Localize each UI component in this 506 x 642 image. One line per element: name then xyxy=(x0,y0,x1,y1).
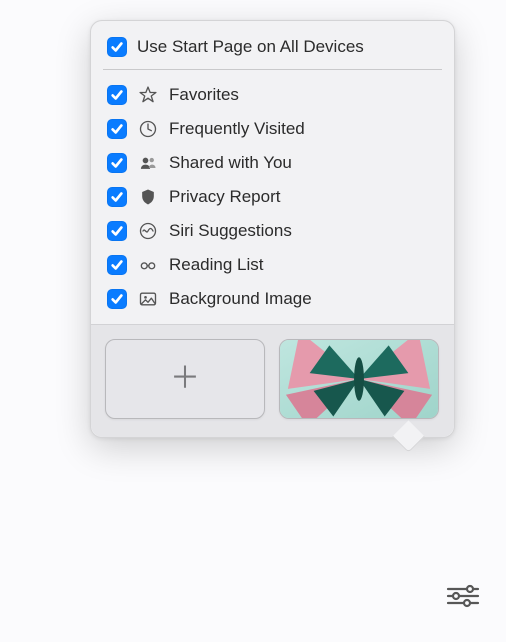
toggle-reading-list[interactable]: Reading List xyxy=(91,248,454,282)
toggle-frequently-visited[interactable]: Frequently Visited xyxy=(91,112,454,146)
toggle-label: Shared with You xyxy=(169,153,292,173)
checkbox-on-icon xyxy=(107,85,127,105)
toggle-label: Background Image xyxy=(169,289,312,309)
image-icon xyxy=(137,288,159,310)
toggle-label: Favorites xyxy=(169,85,239,105)
add-background-button[interactable]: ＋ xyxy=(105,339,265,419)
star-icon xyxy=(137,84,159,106)
toggle-favorites[interactable]: Favorites xyxy=(91,78,454,112)
divider xyxy=(103,69,442,70)
toggle-label: Frequently Visited xyxy=(169,119,305,139)
use-on-all-devices-row[interactable]: Use Start Page on All Devices xyxy=(91,31,454,63)
section-toggle-list: Favorites Frequently Visited xyxy=(91,76,454,324)
checkbox-on-icon xyxy=(107,255,127,275)
shield-icon xyxy=(137,186,159,208)
checkbox-on-icon xyxy=(107,289,127,309)
checkbox-on-icon xyxy=(107,221,127,241)
toggle-privacy-report[interactable]: Privacy Report xyxy=(91,180,454,214)
siri-icon xyxy=(137,220,159,242)
wallpaper-option-butterfly[interactable] xyxy=(279,339,439,419)
checkbox-on-icon xyxy=(107,119,127,139)
use-on-all-devices-label: Use Start Page on All Devices xyxy=(137,37,364,57)
background-image-picker: ＋ xyxy=(91,324,454,437)
toggle-label: Privacy Report xyxy=(169,187,280,207)
toggle-label: Siri Suggestions xyxy=(169,221,292,241)
glasses-icon xyxy=(137,254,159,276)
toggle-shared-with-you[interactable]: Shared with You xyxy=(91,146,454,180)
people-icon xyxy=(137,152,159,174)
toggle-siri-suggestions[interactable]: Siri Suggestions xyxy=(91,214,454,248)
start-page-customize-popover: Use Start Page on All Devices Favorites … xyxy=(90,20,455,438)
checkbox-on-icon xyxy=(107,187,127,207)
customize-start-page-button[interactable] xyxy=(442,578,484,614)
toggle-background-image[interactable]: Background Image xyxy=(91,282,454,316)
checkbox-on-icon xyxy=(107,153,127,173)
butterfly-thumbnail-art xyxy=(280,340,438,418)
sliders-icon xyxy=(446,584,480,608)
clock-icon xyxy=(137,118,159,140)
toggle-label: Reading List xyxy=(169,255,264,275)
plus-icon: ＋ xyxy=(170,364,200,394)
checkbox-on-icon xyxy=(107,37,127,57)
